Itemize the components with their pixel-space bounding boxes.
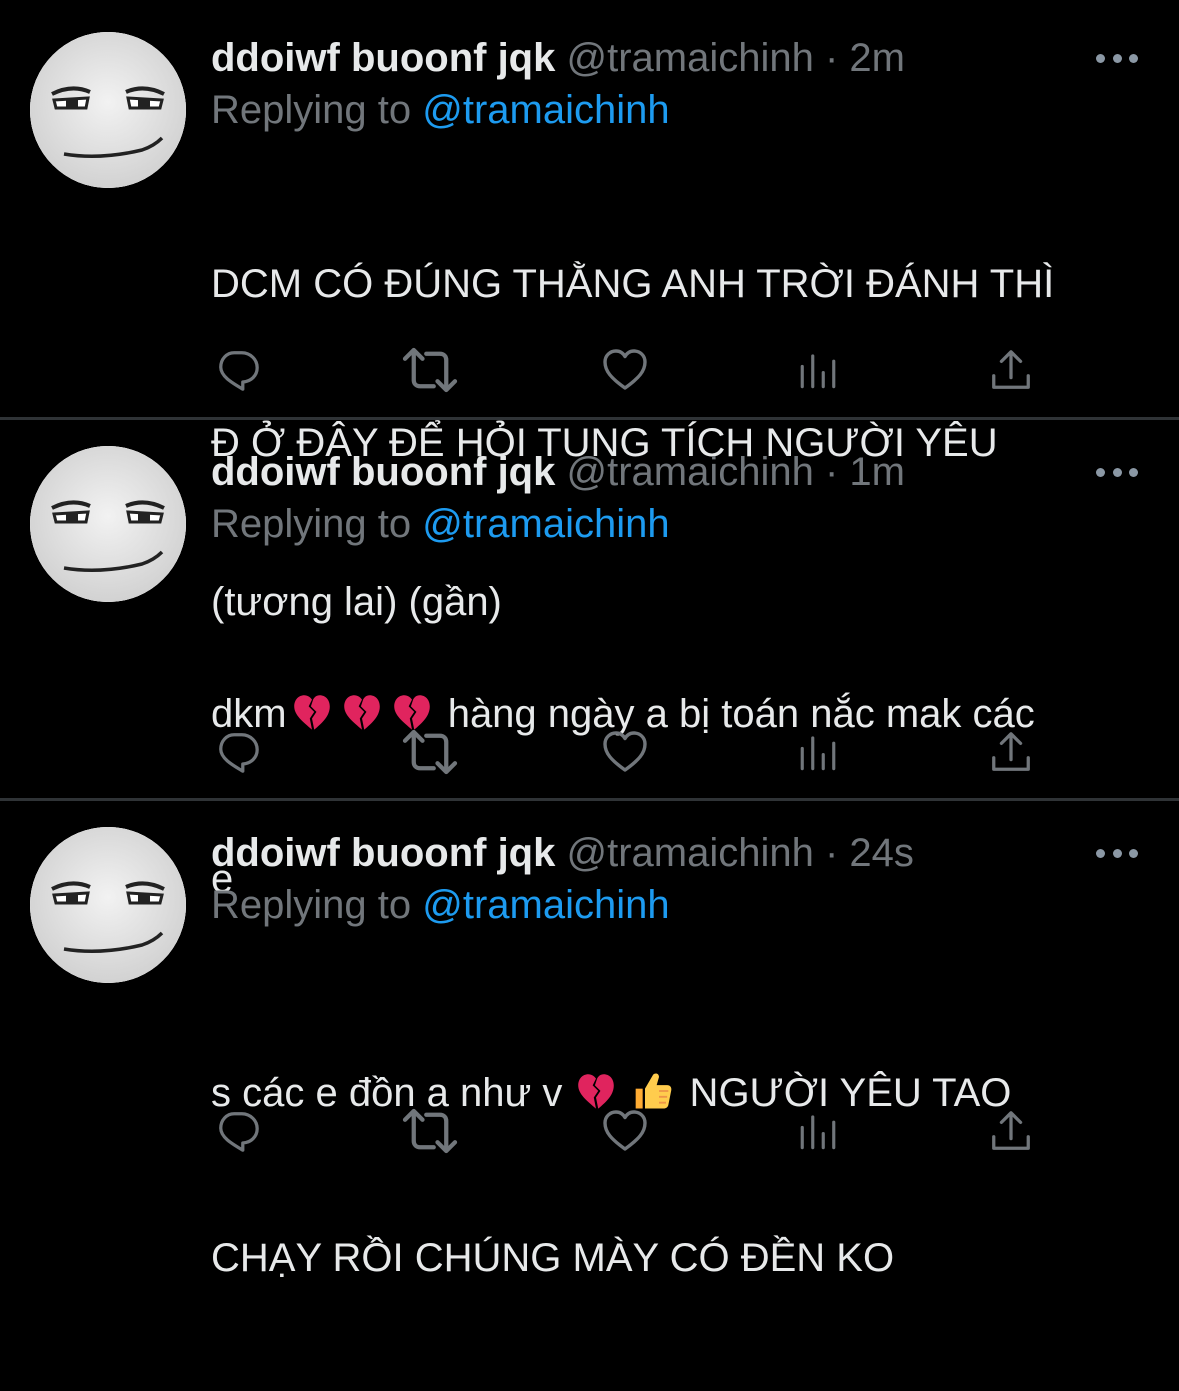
replying-to-label: Replying to <box>211 883 423 927</box>
display-name[interactable]: ddoiwf buoonf jqk <box>211 36 555 80</box>
avatar[interactable] <box>30 32 186 188</box>
retweet-icon[interactable] <box>400 1101 460 1161</box>
more-options-icon[interactable] <box>1096 462 1138 482</box>
tweet-header: ddoiwf buoonf jqk @tramaichinh · 2m <box>211 32 905 84</box>
analytics-icon[interactable] <box>788 340 848 400</box>
analytics-icon[interactable] <box>788 1101 848 1161</box>
replying-to-mention[interactable]: @tramaichinh <box>422 502 669 546</box>
tweet-text-line: DCM CÓ ĐÚNG THẰNG ANH TRỜI ĐÁNH THÌ <box>211 262 1055 306</box>
like-icon[interactable] <box>595 340 655 400</box>
timestamp[interactable]: 24s <box>849 831 914 875</box>
tweet-header: ddoiwf buoonf jqk @tramaichinh · 24s <box>211 827 914 879</box>
replying-to-mention[interactable]: @tramaichinh <box>422 88 669 132</box>
meta-separator: · <box>813 450 850 494</box>
tweet-1[interactable]: ddoiwf buoonf jqk @tramaichinh · 2m Repl… <box>0 0 1179 624</box>
display-name[interactable]: ddoiwf buoonf jqk <box>211 831 555 875</box>
like-icon[interactable] <box>595 722 655 782</box>
meta-separator: · <box>813 36 850 80</box>
tweet-3[interactable]: ddoiwf buoonf jqk @tramaichinh · 24s Rep… <box>0 801 1179 1280</box>
analytics-icon[interactable] <box>788 722 848 782</box>
display-name[interactable]: ddoiwf buoonf jqk <box>211 450 555 494</box>
replying-to: Replying to @tramaichinh <box>211 879 670 931</box>
user-handle[interactable]: @tramaichinh <box>566 831 813 875</box>
timestamp[interactable]: 1m <box>849 450 905 494</box>
reply-icon[interactable] <box>208 722 268 782</box>
action-bar <box>0 722 1179 782</box>
tweet-header: ddoiwf buoonf jqk @tramaichinh · 1m <box>211 446 905 498</box>
replying-to: Replying to @tramaichinh <box>211 84 670 136</box>
replying-to-label: Replying to <box>211 88 423 132</box>
avatar-face-image <box>30 32 186 188</box>
reply-icon[interactable] <box>208 340 268 400</box>
tweet-text-line: CHẠY RỒI CHÚNG MÀY CÓ ĐỀN KO <box>211 1236 895 1280</box>
avatar[interactable] <box>30 827 186 983</box>
replying-to-mention[interactable]: @tramaichinh <box>422 883 669 927</box>
action-bar <box>0 340 1179 400</box>
meta-separator: · <box>813 831 850 875</box>
reply-icon[interactable] <box>208 1101 268 1161</box>
replying-to-label: Replying to <box>211 502 423 546</box>
retweet-icon[interactable] <box>400 340 460 400</box>
retweet-icon[interactable] <box>400 722 460 782</box>
like-icon[interactable] <box>595 1101 655 1161</box>
user-handle[interactable]: @tramaichinh <box>566 450 813 494</box>
action-bar <box>0 1101 1179 1161</box>
more-options-icon[interactable] <box>1096 843 1138 863</box>
share-icon[interactable] <box>981 1101 1041 1161</box>
replying-to: Replying to @tramaichinh <box>211 498 670 550</box>
avatar-face-image <box>30 827 186 983</box>
avatar-face-image <box>30 446 186 602</box>
user-handle[interactable]: @tramaichinh <box>566 36 813 80</box>
tweet-2[interactable]: ddoiwf buoonf jqk @tramaichinh · 1m Repl… <box>0 420 1179 901</box>
more-options-icon[interactable] <box>1096 48 1138 68</box>
share-icon[interactable] <box>981 340 1041 400</box>
avatar[interactable] <box>30 446 186 602</box>
tweet-text: s các e đồn a như v NGƯỜI YÊU TAO CHẠY R… <box>211 961 1151 1391</box>
share-icon[interactable] <box>981 722 1041 782</box>
timestamp[interactable]: 2m <box>849 36 905 80</box>
